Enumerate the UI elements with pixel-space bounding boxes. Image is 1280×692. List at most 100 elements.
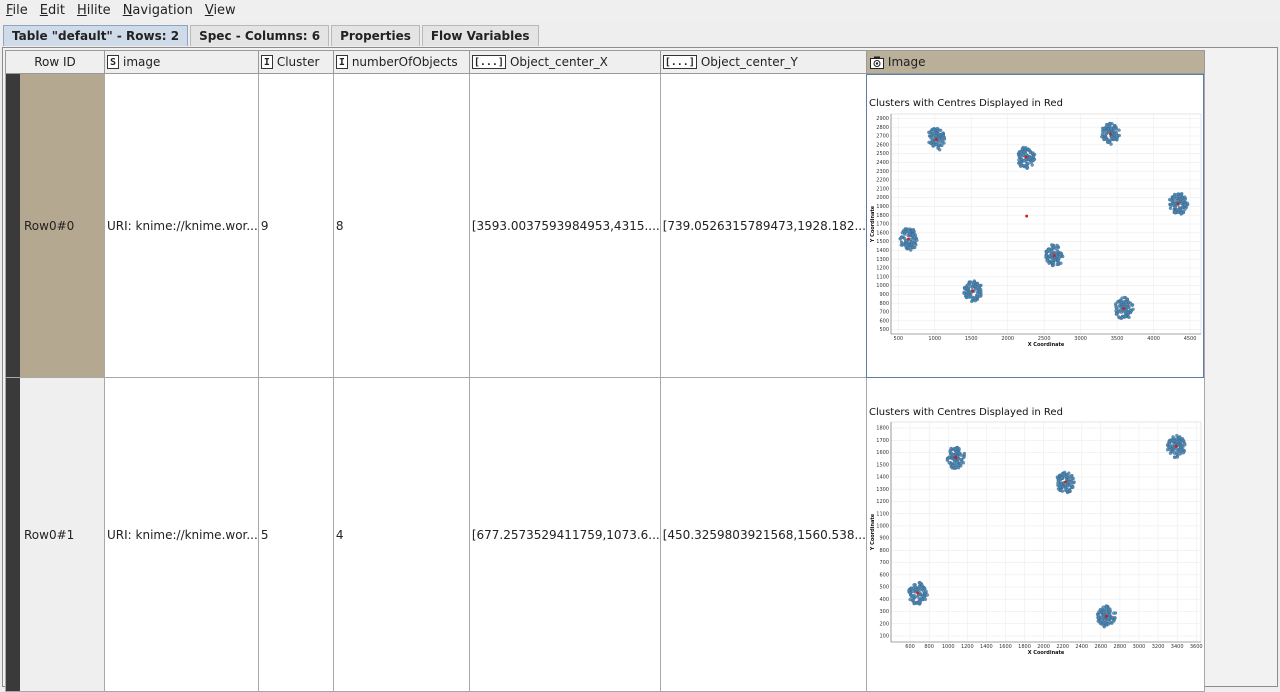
menu-file[interactable]: File	[0, 0, 34, 22]
table-row[interactable]: Row0#1 URI: knime://knime.wor... 5 4 [67…	[5, 377, 1205, 692]
cluster-point	[1122, 295, 1127, 300]
centre-point	[954, 456, 958, 459]
y-tick-label: 500	[879, 585, 889, 591]
cluster-point	[1102, 126, 1106, 131]
table-row[interactable]: Row0#0 URI: knime://knime.wor... 9 8 [35…	[5, 73, 1205, 378]
cluster-point	[1175, 450, 1179, 454]
cluster-point	[925, 593, 929, 597]
cluster-point	[941, 136, 945, 140]
cell-cluster[interactable]: 5	[257, 377, 334, 692]
header-image[interactable]: Simage	[104, 50, 259, 74]
cell-image-uri[interactable]: URI: knime://knime.wor...	[104, 73, 259, 378]
row-marker	[6, 74, 20, 377]
row-header[interactable]: Row0#0	[5, 73, 105, 378]
tab-spec[interactable]: Spec - Columns: 6	[190, 25, 330, 46]
menu-hilite[interactable]: Hilite	[71, 0, 117, 22]
x-tick-label: 800	[924, 644, 934, 650]
cluster-point	[971, 282, 976, 286]
cluster-point	[1175, 455, 1179, 459]
plot-title: Clusters with Centres Displayed in Red	[869, 407, 1063, 418]
header-object-center-x[interactable]: [...] Object_center_X	[468, 50, 661, 74]
cluster-point	[908, 246, 913, 250]
cluster-point	[914, 243, 918, 247]
cluster-point	[1175, 440, 1179, 444]
cluster-point	[1172, 436, 1176, 441]
cluster-point	[1168, 445, 1172, 449]
cluster-point	[899, 236, 903, 240]
header-object-center-y-label: Object_center_Y	[700, 55, 798, 69]
y-tick-label: 300	[879, 609, 889, 615]
cluster-point	[1172, 442, 1176, 446]
menu-edit[interactable]: Edit	[34, 0, 71, 22]
x-tick-label: 3500	[1111, 336, 1124, 342]
cell-image-plot[interactable]: Clusters with Centres Displayed in Red 60…	[865, 377, 1205, 692]
centre-point	[1064, 480, 1067, 484]
y-tick-label: 2500	[876, 151, 889, 157]
row-header[interactable]: Row0#1	[5, 377, 105, 692]
cluster-point	[910, 587, 914, 592]
x-tick-label: 2000	[1001, 336, 1014, 342]
cluster-point	[1109, 126, 1113, 131]
cluster-point	[962, 286, 967, 291]
tab-properties[interactable]: Properties	[331, 25, 420, 46]
cell-cluster[interactable]: 9	[257, 73, 334, 378]
y-tick-label: 2200	[876, 178, 889, 184]
centre-point	[1174, 445, 1178, 448]
cluster-point	[977, 288, 982, 292]
y-tick-label: 1500	[876, 239, 889, 245]
cell-object-center-x[interactable]: [3593.0037593984953,4315....	[468, 73, 661, 378]
centre-point	[1024, 155, 1028, 159]
y-tick-label: 500	[879, 327, 889, 333]
x-tick-label: 3000	[1133, 644, 1146, 650]
cluster-point	[975, 294, 979, 299]
cell-image-plot[interactable]: Clusters with Centres Displayed in Red 50…	[865, 73, 1205, 378]
cluster-point	[1175, 196, 1179, 200]
cluster-point	[920, 586, 924, 590]
y-axis-label: Y Coordinate	[870, 205, 876, 243]
cluster-point	[1060, 476, 1064, 480]
tab-flow-variables[interactable]: Flow Variables	[421, 25, 539, 46]
cluster-point	[1124, 300, 1128, 304]
tab-bar: Table "default" - Rows: 2 Spec - Columns…	[0, 24, 1280, 46]
cluster-point	[1171, 203, 1176, 207]
header-cluster[interactable]: I Cluster	[257, 50, 334, 74]
cluster-point	[961, 461, 965, 465]
x-tick-label: 2600	[1094, 644, 1107, 650]
cluster-point	[1104, 604, 1108, 609]
menu-view[interactable]: View	[199, 0, 242, 22]
cell-image-uri-text: URI: knime://knime.wor...	[107, 218, 258, 233]
header-row-id[interactable]: Row ID	[5, 50, 105, 74]
menu-navigation-mnemonic: N	[122, 3, 133, 18]
cell-image-uri[interactable]: URI: knime://knime.wor...	[104, 377, 259, 692]
y-tick-label: 1800	[876, 426, 889, 432]
cluster-point	[904, 241, 909, 246]
cluster-point	[1058, 488, 1063, 492]
x-tick-label: 4500	[1184, 336, 1197, 342]
cluster-point	[1067, 477, 1071, 481]
cluster-point	[1032, 152, 1037, 157]
y-tick-label: 1400	[876, 248, 889, 254]
menu-navigation[interactable]: Navigation	[117, 0, 199, 22]
header-image-column[interactable]: Image	[865, 50, 1205, 74]
cluster-point	[1060, 472, 1065, 476]
header-number-of-objects[interactable]: InumberOfObjects	[332, 50, 470, 74]
cell-object-center-y[interactable]: [450.3259803921568,1560.538...	[659, 377, 867, 692]
integer-type-icon: I	[335, 55, 348, 69]
cluster-point	[900, 242, 905, 246]
header-object-center-y[interactable]: [...] Object_center_Y	[659, 50, 867, 74]
cluster-point	[1183, 203, 1187, 207]
cell-object-center-y[interactable]: [739.0526315789473,1928.182...	[659, 73, 867, 378]
cluster-point	[936, 146, 940, 150]
tab-table[interactable]: Table "default" - Rows: 2	[3, 25, 189, 46]
cell-object-center-x[interactable]: [677.2573529411759,1073.6...	[468, 377, 661, 692]
cluster-point	[1020, 147, 1024, 151]
cell-cluster-text: 9	[260, 218, 269, 233]
cell-number-of-objects[interactable]: 4	[332, 377, 470, 692]
header-image-column-label: Image	[887, 55, 926, 69]
cell-number-of-objects[interactable]: 8	[332, 73, 470, 378]
cluster-point	[949, 446, 953, 451]
centre-point	[1025, 214, 1028, 218]
x-tick-label: 3000	[1074, 336, 1087, 342]
cluster-point	[931, 140, 935, 144]
cluster-point	[911, 598, 915, 602]
